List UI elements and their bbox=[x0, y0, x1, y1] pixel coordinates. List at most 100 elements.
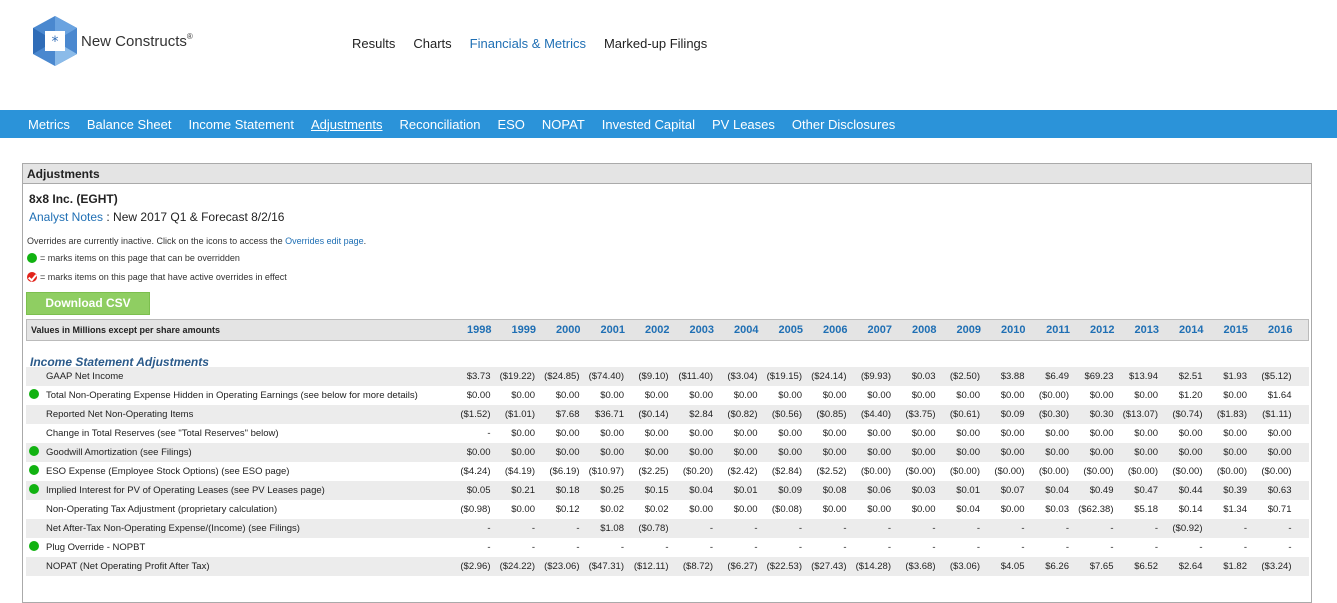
nav-financials-metrics[interactable]: Financials & Metrics bbox=[470, 36, 586, 51]
year-header-2008[interactable]: 2008 bbox=[892, 324, 936, 336]
adjustments-panel: Adjustments 8x8 Inc. (EGHT) Analyst Note… bbox=[22, 163, 1312, 603]
year-header-2010[interactable]: 2010 bbox=[981, 324, 1025, 336]
cell-value: $0.71 bbox=[1267, 504, 1292, 515]
row-label: Total Non-Operating Expense Hidden in Op… bbox=[46, 390, 418, 401]
table-row: NOPAT (Net Operating Profit After Tax) ($… bbox=[26, 557, 1309, 576]
override-dot-icon[interactable] bbox=[29, 446, 39, 456]
subnav-adjustments[interactable]: Adjustments bbox=[311, 117, 383, 132]
table-row: Goodwill Amortization (see Filings) $0.00… bbox=[26, 443, 1309, 462]
overrides-status: Overrides are currently inactive. Click … bbox=[27, 236, 367, 246]
cell-value: $0.00 bbox=[911, 504, 936, 515]
cell-value: $0.00 bbox=[1178, 428, 1203, 439]
nav-charts[interactable]: Charts bbox=[413, 36, 451, 51]
cell-value: $0.07 bbox=[1000, 485, 1025, 496]
cell-value: $0.03 bbox=[911, 371, 936, 382]
cell-value: $0.00 bbox=[511, 390, 535, 401]
cell-value: - bbox=[576, 542, 580, 553]
year-header-2015[interactable]: 2015 bbox=[1204, 324, 1248, 336]
override-dot-icon[interactable] bbox=[29, 389, 39, 399]
download-csv-button[interactable]: Download CSV bbox=[26, 292, 150, 315]
cell-value: $0.00 bbox=[867, 390, 891, 401]
cell-value: $0.00 bbox=[956, 447, 980, 458]
subnav-pv-leases[interactable]: PV Leases bbox=[712, 117, 775, 132]
analyst-notes-link[interactable]: Analyst Notes bbox=[29, 210, 103, 224]
cell-value: - bbox=[1154, 523, 1158, 534]
year-header-2002[interactable]: 2002 bbox=[625, 324, 669, 336]
cell-value: $0.00 bbox=[867, 504, 891, 515]
year-header-2000[interactable]: 2000 bbox=[536, 324, 580, 336]
override-dot-icon[interactable] bbox=[29, 465, 39, 475]
year-header-2009[interactable]: 2009 bbox=[937, 324, 981, 336]
cell-value: ($3.06) bbox=[949, 561, 980, 572]
nav-results[interactable]: Results bbox=[352, 36, 395, 51]
year-header-2001[interactable]: 2001 bbox=[581, 324, 625, 336]
override-dot-icon[interactable] bbox=[29, 541, 39, 551]
year-header-1998[interactable]: 1998 bbox=[447, 324, 491, 336]
year-header-1999[interactable]: 1999 bbox=[492, 324, 536, 336]
year-header-2013[interactable]: 2013 bbox=[1115, 324, 1159, 336]
table-row: ESO Expense (Employee Stock Options) (se… bbox=[26, 462, 1309, 481]
year-header-2006[interactable]: 2006 bbox=[803, 324, 847, 336]
cell-value: $69.23 bbox=[1084, 371, 1114, 382]
subnav-invested-capital[interactable]: Invested Capital bbox=[602, 117, 695, 132]
cell-value: $2.51 bbox=[1178, 371, 1203, 382]
cell-value: ($6.19) bbox=[549, 466, 580, 477]
cell-value: ($0.74) bbox=[1172, 409, 1203, 420]
cell-value: ($24.85) bbox=[544, 371, 580, 382]
cell-value: $0.00 bbox=[644, 447, 669, 458]
cell-value: $0.00 bbox=[466, 390, 491, 401]
year-header-2011[interactable]: 2011 bbox=[1026, 324, 1070, 336]
subnav-reconciliation[interactable]: Reconciliation bbox=[400, 117, 481, 132]
subnav-balance-sheet[interactable]: Balance Sheet bbox=[87, 117, 172, 132]
subnav-metrics[interactable]: Metrics bbox=[28, 117, 70, 132]
row-marker bbox=[26, 465, 44, 478]
cell-value: - bbox=[1243, 523, 1247, 534]
cell-value: $0.04 bbox=[956, 504, 980, 515]
cell-value: ($3.75) bbox=[905, 409, 936, 420]
subnav-nopat[interactable]: NOPAT bbox=[542, 117, 585, 132]
cell-value: $1.34 bbox=[1223, 504, 1247, 515]
cell-value: - bbox=[887, 523, 891, 534]
cell-value: $0.01 bbox=[956, 485, 980, 496]
year-header-2004[interactable]: 2004 bbox=[714, 324, 758, 336]
cell-value: $0.01 bbox=[733, 485, 758, 496]
year-header-2005[interactable]: 2005 bbox=[759, 324, 803, 336]
row-values: ($2.96) ($24.22) ($23.06) ($47.31) ($12.11) (… bbox=[446, 561, 1291, 572]
cell-value: ($11.40) bbox=[678, 371, 713, 382]
cell-value: - bbox=[754, 542, 758, 553]
cell-value: ($27.43) bbox=[811, 561, 847, 572]
cell-value: - bbox=[487, 523, 491, 534]
year-header-2014[interactable]: 2014 bbox=[1159, 324, 1203, 336]
cell-value: $7.65 bbox=[1089, 561, 1114, 572]
cell-value: ($47.31) bbox=[588, 561, 624, 572]
sub-nav: Metrics Balance Sheet Income Statement A… bbox=[0, 110, 1337, 138]
year-header-2016[interactable]: 2016 bbox=[1248, 324, 1292, 336]
cell-value: ($0.00) bbox=[1216, 466, 1247, 477]
cell-value: - bbox=[709, 542, 713, 553]
row-label: Plug Override - NOPBT bbox=[46, 542, 146, 553]
cell-value: $0.00 bbox=[822, 504, 847, 515]
subnav-income-statement[interactable]: Income Statement bbox=[188, 117, 294, 132]
subnav-other-disclosures[interactable]: Other Disclosures bbox=[792, 117, 895, 132]
override-dot-icon[interactable] bbox=[29, 484, 39, 494]
nav-marked-up-filings[interactable]: Marked-up Filings bbox=[604, 36, 707, 51]
cell-value: $1.64 bbox=[1267, 390, 1292, 401]
cell-value: ($0.00) bbox=[905, 466, 936, 477]
cell-value: ($0.08) bbox=[771, 504, 802, 515]
cell-value: ($10.97) bbox=[588, 466, 624, 477]
brand-name[interactable]: New Constructs® bbox=[81, 32, 193, 50]
cell-value: $0.25 bbox=[600, 485, 624, 496]
cell-value: $0.00 bbox=[511, 428, 535, 439]
cell-value: ($2.96) bbox=[460, 561, 491, 572]
cell-value: $1.93 bbox=[1223, 371, 1247, 382]
cell-value: - bbox=[1288, 523, 1292, 534]
year-header-2003[interactable]: 2003 bbox=[670, 324, 714, 336]
cell-value: ($3.04) bbox=[727, 371, 758, 382]
cell-value: ($9.10) bbox=[638, 371, 669, 382]
year-header-2012[interactable]: 2012 bbox=[1070, 324, 1114, 336]
new-constructs-logo-icon[interactable]: * bbox=[30, 14, 80, 68]
cell-value: ($2.52) bbox=[816, 466, 847, 477]
overrides-edit-link[interactable]: Overrides edit page bbox=[285, 236, 364, 246]
subnav-eso[interactable]: ESO bbox=[497, 117, 524, 132]
year-header-2007[interactable]: 2007 bbox=[848, 324, 892, 336]
